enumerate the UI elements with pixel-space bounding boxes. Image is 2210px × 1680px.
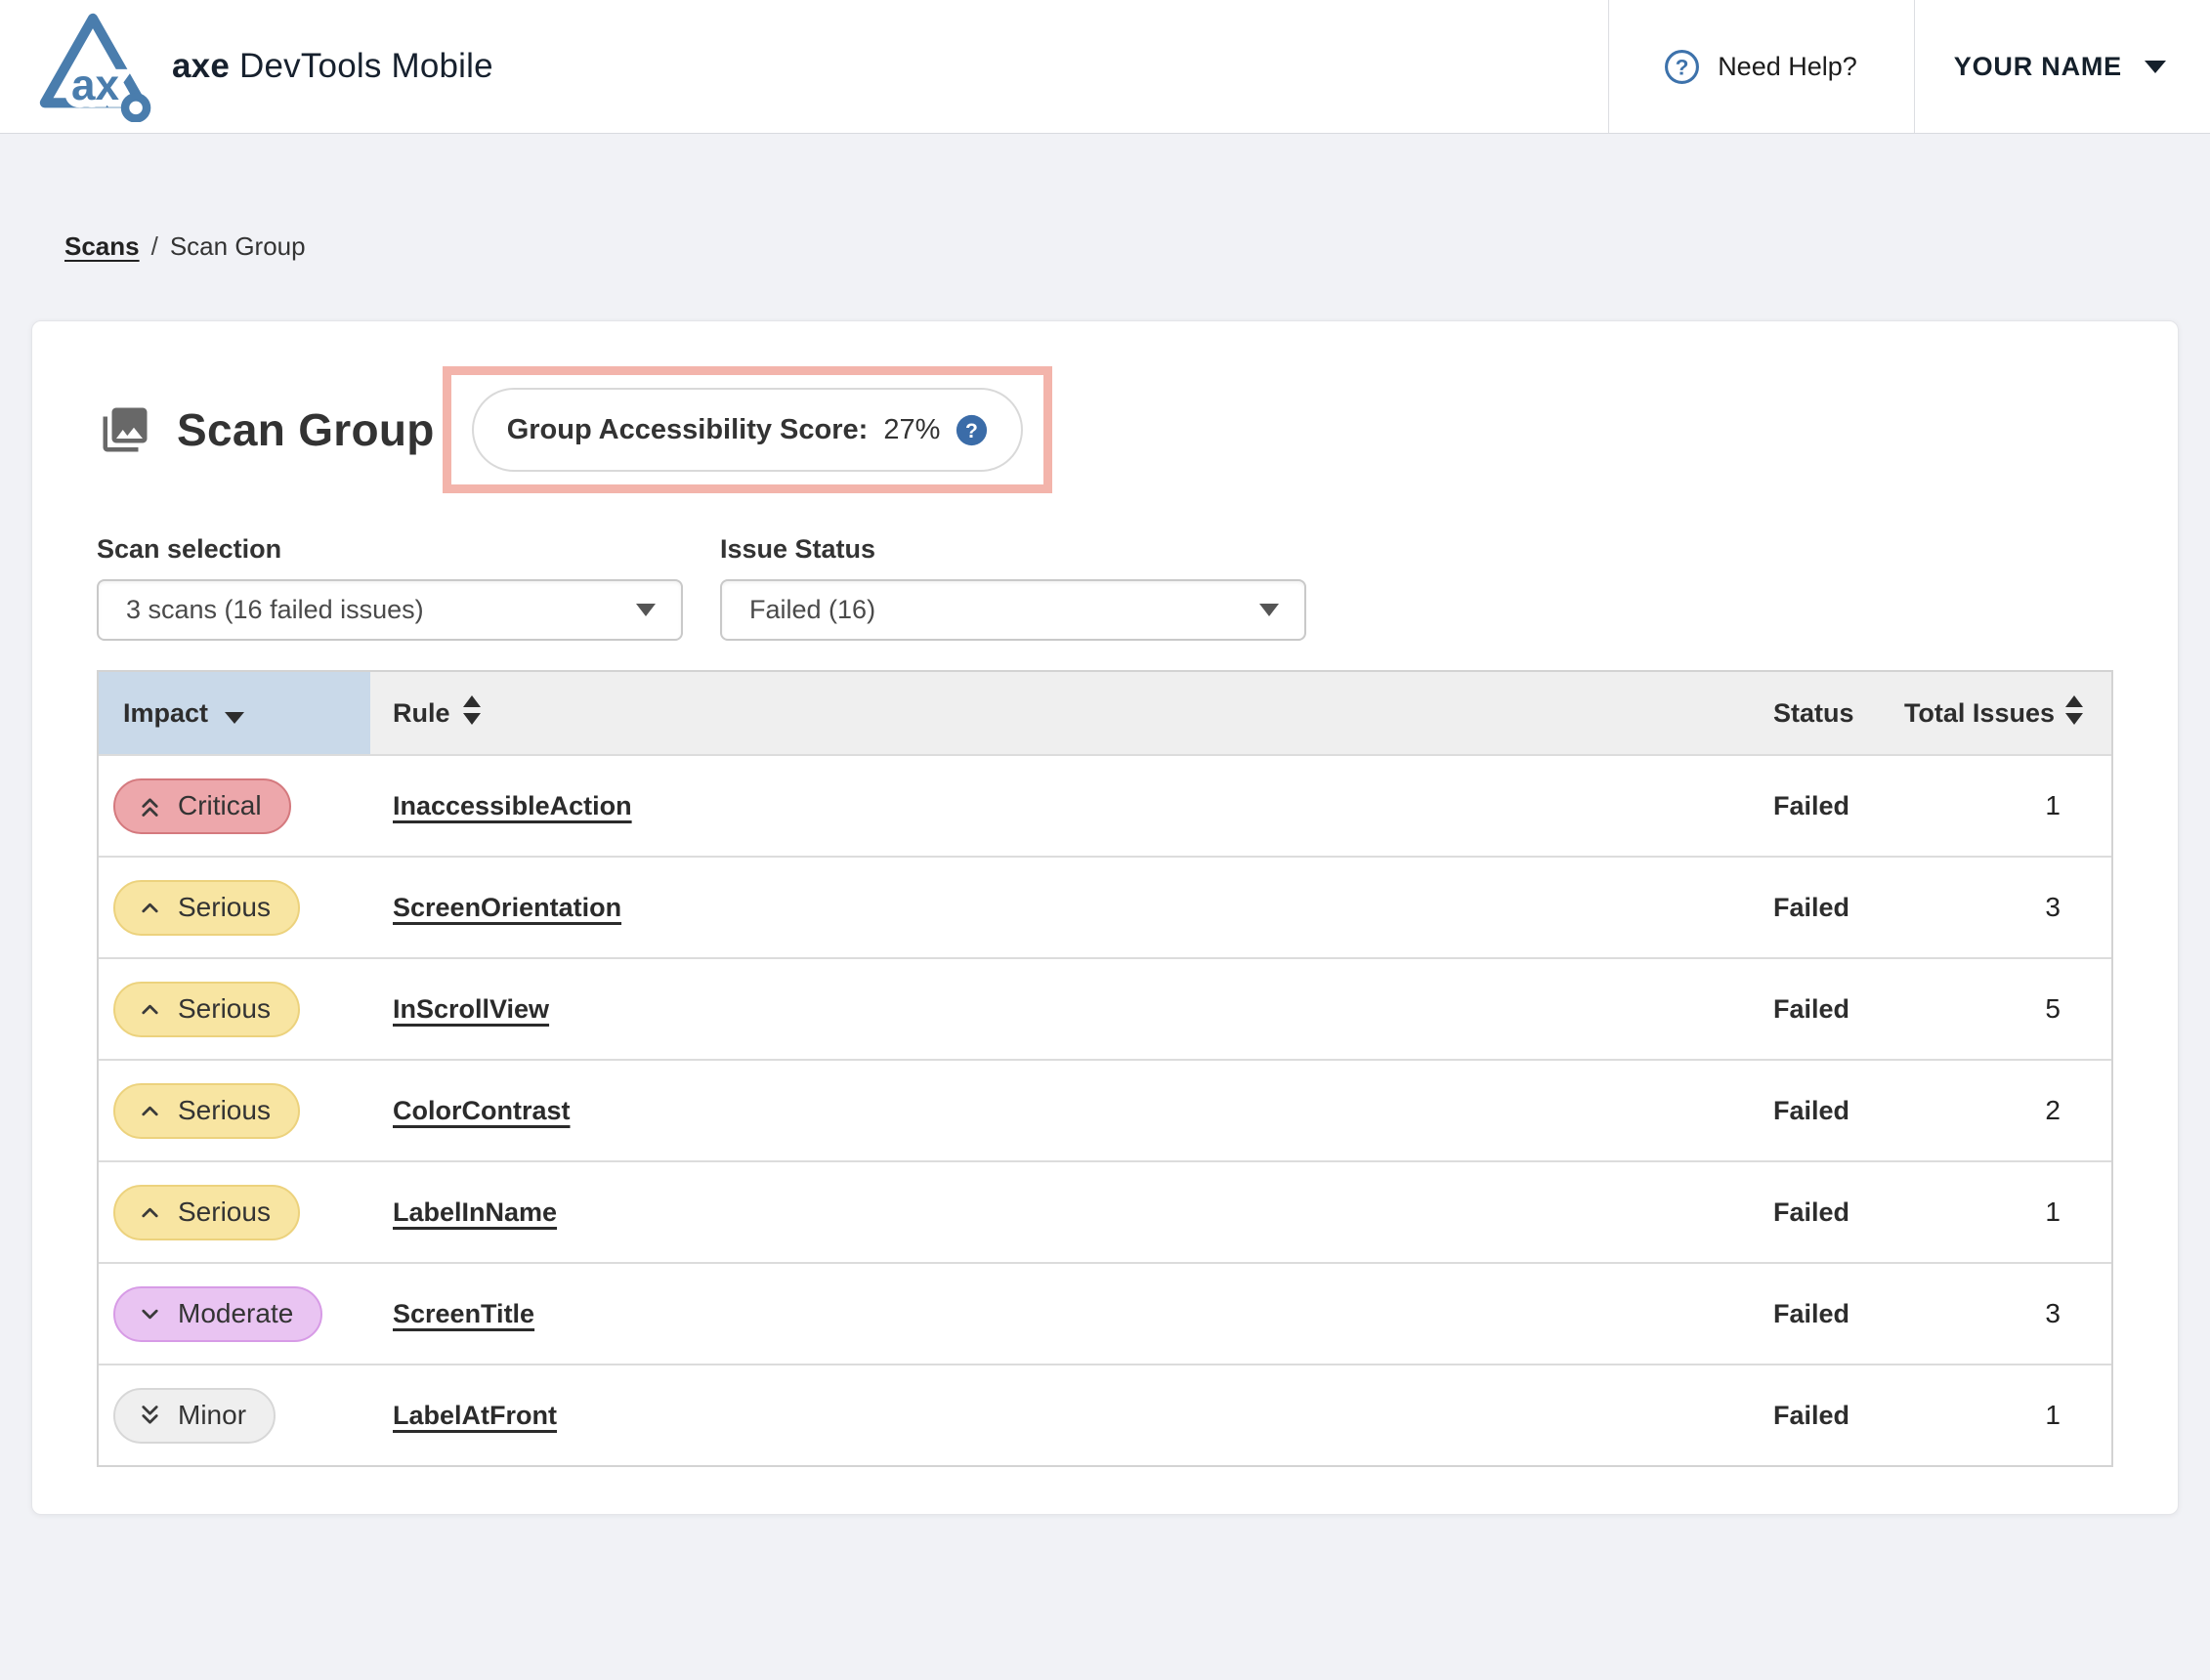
status-cell: Failed: [1773, 1096, 1900, 1126]
impact-label: Minor: [178, 1400, 246, 1431]
status-cell: Failed: [1773, 893, 1900, 923]
impact-badge: Serious: [113, 880, 300, 936]
severity-chevron-icon: [137, 996, 163, 1023]
rule-link[interactable]: InScrollView: [393, 994, 549, 1024]
severity-chevron-icon: [137, 1098, 163, 1124]
table-row: Minor LabelAtFront Failed 1: [99, 1364, 2111, 1465]
issues-table: Impact Rule Status Total Issues: [97, 670, 2113, 1467]
impact-label: Serious: [178, 993, 271, 1025]
column-header-rule[interactable]: Rule: [370, 694, 1773, 733]
status-cell: Failed: [1773, 994, 1900, 1025]
severity-chevron-icon: [137, 793, 163, 819]
total-issues-cell: 3: [1900, 892, 2111, 923]
scan-selection-select[interactable]: 3 scans (16 failed issues): [97, 579, 683, 641]
impact-label: Serious: [178, 1197, 271, 1228]
user-name-label: YOUR NAME: [1954, 52, 2122, 82]
photo-library-icon: [97, 403, 153, 456]
score-label: Group Accessibility Score:: [507, 414, 869, 446]
sort-descending-icon: [224, 701, 245, 725]
breadcrumb-separator: /: [151, 231, 158, 261]
issue-status-label: Issue Status: [720, 534, 1306, 565]
column-header-status: Status: [1773, 698, 1900, 729]
breadcrumb: Scans / Scan Group: [64, 231, 2210, 262]
impact-label: Serious: [178, 1095, 271, 1126]
breadcrumb-link-scans[interactable]: Scans: [64, 231, 140, 261]
total-issues-cell: 1: [1900, 1197, 2111, 1228]
impact-badge: Critical: [113, 778, 291, 834]
svg-text:ax: ax: [71, 62, 119, 109]
brand[interactable]: ax axeDevTools Mobile: [0, 0, 493, 133]
table-header-row: Impact Rule Status Total Issues: [99, 672, 2111, 754]
rule-link[interactable]: ScreenOrientation: [393, 893, 621, 922]
select-caret-icon: [636, 604, 656, 616]
sort-both-icon: [462, 694, 482, 733]
issue-status-filter: Issue Status Failed (16): [720, 534, 1306, 641]
impact-label: Critical: [178, 790, 262, 821]
user-menu[interactable]: YOUR NAME: [1914, 0, 2210, 133]
impact-label: Moderate: [178, 1298, 293, 1329]
table-row: Serious LabelInName Failed 1: [99, 1160, 2111, 1262]
column-header-total-issues[interactable]: Total Issues: [1900, 694, 2111, 733]
help-icon: ?: [1664, 49, 1700, 85]
impact-badge: Serious: [113, 982, 300, 1037]
total-issues-cell: 3: [1900, 1298, 2111, 1329]
app-title: axeDevTools Mobile: [172, 47, 493, 86]
breadcrumb-current: Scan Group: [170, 231, 306, 261]
total-issues-cell: 1: [1900, 790, 2111, 821]
chevron-down-icon: [2144, 60, 2167, 74]
axe-logo: ax: [33, 11, 152, 122]
page-title: Scan Group: [177, 403, 435, 456]
status-cell: Failed: [1773, 1197, 1900, 1228]
rule-link[interactable]: LabelInName: [393, 1197, 557, 1227]
scan-group-card: Scan Group Group Accessibility Score: 27…: [31, 320, 2179, 1515]
impact-badge: Moderate: [113, 1286, 322, 1342]
need-help-label: Need Help?: [1718, 52, 1857, 82]
severity-chevron-icon: [137, 1199, 163, 1226]
status-cell: Failed: [1773, 1299, 1900, 1329]
scan-selection-value: 3 scans (16 failed issues): [126, 595, 424, 625]
table-row: Serious ColorContrast Failed 2: [99, 1059, 2111, 1160]
select-caret-icon: [1259, 604, 1279, 616]
score-value: 27%: [883, 414, 940, 446]
impact-badge: Serious: [113, 1083, 300, 1139]
table-row: Moderate ScreenTitle Failed 3: [99, 1262, 2111, 1364]
svg-text:?: ?: [1676, 55, 1689, 79]
table-row: Serious InScrollView Failed 5: [99, 957, 2111, 1059]
total-issues-cell: 1: [1900, 1400, 2111, 1431]
need-help-button[interactable]: ? Need Help?: [1608, 0, 1914, 133]
total-issues-cell: 5: [1900, 993, 2111, 1025]
table-row: Serious ScreenOrientation Failed 3: [99, 856, 2111, 957]
total-issues-cell: 2: [1900, 1095, 2111, 1126]
scan-selection-filter: Scan selection 3 scans (16 failed issues…: [97, 534, 683, 641]
accessibility-score-badge: Group Accessibility Score: 27% ?: [472, 388, 1024, 472]
issue-status-value: Failed (16): [749, 595, 875, 625]
impact-label: Serious: [178, 892, 271, 923]
rule-link[interactable]: LabelAtFront: [393, 1401, 557, 1430]
rule-link[interactable]: InaccessibleAction: [393, 791, 632, 820]
table-body: Critical InaccessibleAction Failed 1 Ser…: [99, 754, 2111, 1465]
impact-badge: Serious: [113, 1185, 300, 1240]
severity-chevron-icon: [137, 1301, 163, 1327]
app-header: ax axeDevTools Mobile ? Need Help? YOUR …: [0, 0, 2210, 134]
table-row: Critical InaccessibleAction Failed 1: [99, 754, 2111, 856]
sort-both-icon: [2064, 694, 2084, 733]
impact-badge: Minor: [113, 1388, 276, 1444]
filters-row: Scan selection 3 scans (16 failed issues…: [97, 534, 2113, 641]
issue-status-select[interactable]: Failed (16): [720, 579, 1306, 641]
title-row: Scan Group Group Accessibility Score: 27…: [97, 366, 2113, 493]
column-header-impact[interactable]: Impact: [99, 672, 370, 754]
severity-chevron-icon: [137, 895, 163, 921]
score-highlight-annotation: Group Accessibility Score: 27% ?: [443, 366, 1053, 493]
severity-chevron-icon: [137, 1403, 163, 1429]
scan-selection-label: Scan selection: [97, 534, 683, 565]
score-help-icon[interactable]: ?: [956, 414, 988, 446]
svg-text:?: ?: [965, 419, 978, 441]
status-cell: Failed: [1773, 1401, 1900, 1431]
rule-link[interactable]: ScreenTitle: [393, 1299, 534, 1328]
rule-link[interactable]: ColorContrast: [393, 1096, 571, 1125]
status-cell: Failed: [1773, 791, 1900, 821]
